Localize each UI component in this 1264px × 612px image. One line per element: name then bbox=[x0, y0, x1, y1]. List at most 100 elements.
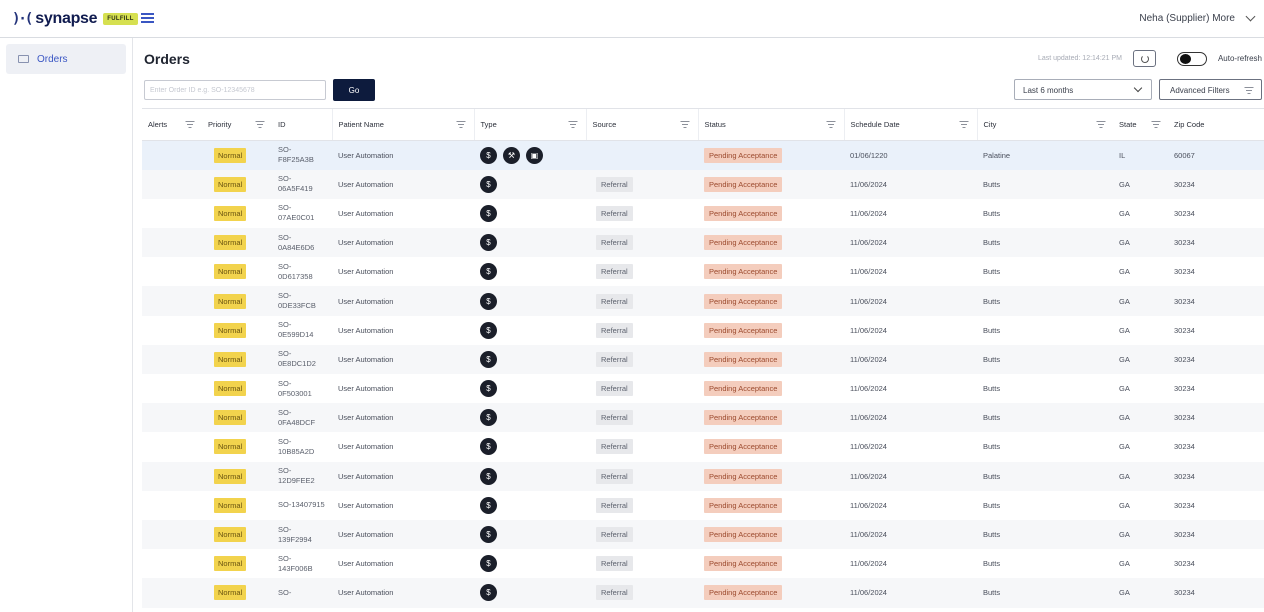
id-cell[interactable]: SO-13407915 bbox=[272, 491, 332, 520]
id-cell[interactable]: SO- 0D617358 bbox=[272, 257, 332, 286]
id-cell[interactable]: SO- 0E599D14 bbox=[272, 316, 332, 345]
table-row[interactable]: Normal SO- F8F25A3B User Automation $ ⚒ ▣ P… bbox=[142, 140, 1264, 170]
order-id-suffix: 0E8DC1D2 bbox=[278, 359, 316, 369]
column-filter-icon[interactable] bbox=[1151, 121, 1160, 128]
billing-type-icon[interactable]: $ bbox=[480, 496, 497, 514]
auto-refresh-toggle[interactable] bbox=[1177, 52, 1207, 66]
schedule-date-cell: 11/06/2024 bbox=[844, 286, 977, 316]
alerts-cell bbox=[142, 257, 202, 286]
column-header[interactable]: State bbox=[1113, 108, 1168, 141]
billing-type-icon[interactable]: $ bbox=[480, 292, 497, 310]
id-cell[interactable]: SO- 10B85A2D bbox=[272, 432, 332, 461]
column-filter-icon[interactable] bbox=[1096, 121, 1105, 128]
source-badge: Referral bbox=[596, 322, 633, 338]
table-row[interactable]: Normal SO- 0A84E6D6 User Automation $ Ref… bbox=[142, 228, 1264, 258]
sidebar-item-orders[interactable]: Orders bbox=[6, 44, 126, 74]
go-button[interactable]: Go bbox=[333, 79, 375, 101]
table-row[interactable]: Normal SO- 143F006B User Automation $ Ref… bbox=[142, 549, 1264, 578]
table-row[interactable]: Normal SO- 0FA48DCF User Automation $ Ref… bbox=[142, 403, 1264, 433]
schedule-date-cell: 11/06/2024 bbox=[844, 578, 977, 608]
table-row[interactable]: Normal SO- 0E8DC1D2 User Automation $ Ref… bbox=[142, 344, 1264, 374]
table-row[interactable]: Normal SO- 0E599D14 User Automation $ Ref… bbox=[142, 316, 1264, 345]
id-cell[interactable]: SO- 0DE33FCB bbox=[272, 286, 332, 316]
billing-type-icon[interactable]: $ bbox=[480, 204, 497, 222]
column-header[interactable]: Type bbox=[473, 108, 586, 141]
table-row[interactable]: Normal SO- 07AE0C01 User Automation $ Ref… bbox=[142, 199, 1264, 228]
id-cell[interactable]: SO- 06A5F419 bbox=[272, 169, 332, 199]
date-range-select[interactable]: Last 6 months bbox=[1014, 79, 1152, 100]
id-cell[interactable]: SO- bbox=[272, 578, 332, 608]
order-id-prefix: SO- bbox=[278, 436, 292, 446]
state-cell: GA bbox=[1113, 286, 1168, 316]
column-header[interactable]: Source bbox=[585, 108, 698, 141]
column-filter-icon[interactable] bbox=[568, 121, 578, 128]
billing-type-icon[interactable]: $ bbox=[480, 234, 497, 252]
service-type-icon[interactable]: ⚒ bbox=[503, 146, 520, 164]
column-header[interactable]: City bbox=[976, 108, 1113, 141]
refresh-button[interactable] bbox=[1133, 50, 1156, 67]
id-cell[interactable]: SO- 0FA48DCF bbox=[272, 403, 332, 433]
priority-cell: Normal bbox=[202, 491, 272, 520]
column-header[interactable]: ID bbox=[272, 108, 332, 141]
billing-type-icon[interactable]: $ bbox=[480, 380, 497, 398]
billing-type-icon[interactable]: $ bbox=[480, 350, 497, 368]
billing-type-icon[interactable]: $ bbox=[480, 175, 497, 193]
alerts-cell bbox=[142, 228, 202, 258]
billing-type-icon[interactable]: $ bbox=[480, 584, 497, 602]
table-row[interactable]: Normal SO- 10B85A2D User Automation $ Ref… bbox=[142, 432, 1264, 461]
column-filter-icon[interactable] bbox=[456, 121, 466, 128]
table-row[interactable]: Normal SO- 0DE33FCB User Automation $ Ref… bbox=[142, 286, 1264, 316]
priority-badge: Normal bbox=[214, 205, 247, 221]
alerts-cell bbox=[142, 491, 202, 520]
hamburger-menu-icon[interactable] bbox=[141, 13, 154, 23]
table-row[interactable]: Normal SO- 12D9FEE2 User Automation $ Ref… bbox=[142, 461, 1264, 491]
table-row[interactable]: Normal SO- 0D617358 User Automation $ Ref… bbox=[142, 257, 1264, 286]
billing-type-icon[interactable]: $ bbox=[480, 526, 497, 544]
id-cell[interactable]: SO- 139F2994 bbox=[272, 519, 332, 550]
column-header[interactable]: Priority bbox=[202, 108, 272, 141]
table-row[interactable]: Normal SO- 0F503001 User Automation $ Ref… bbox=[142, 374, 1264, 403]
id-cell[interactable]: SO- F8F25A3B bbox=[272, 140, 332, 170]
id-cell[interactable]: SO- 143F006B bbox=[272, 549, 332, 578]
column-header[interactable]: Patient Name bbox=[331, 108, 474, 141]
column-filter-icon[interactable] bbox=[255, 121, 264, 128]
status-cell: Pending Acceptance bbox=[698, 140, 844, 170]
column-filter-icon[interactable] bbox=[826, 121, 836, 128]
priority-cell: Normal bbox=[202, 549, 272, 578]
column-header[interactable]: Alerts bbox=[142, 108, 202, 141]
zip-code-cell: 30234 bbox=[1174, 267, 1195, 277]
patient-name-cell: User Automation bbox=[332, 578, 474, 608]
table-row[interactable]: Normal SO- 139F2994 User Automation $ Ref… bbox=[142, 519, 1264, 550]
billing-type-icon[interactable]: $ bbox=[480, 146, 497, 164]
priority-cell: Normal bbox=[202, 257, 272, 286]
order-search-input[interactable] bbox=[144, 80, 326, 100]
status-cell: Pending Acceptance bbox=[698, 519, 844, 550]
column-filter-icon[interactable] bbox=[680, 121, 690, 128]
billing-type-icon[interactable]: $ bbox=[480, 263, 497, 281]
billing-type-icon[interactable]: $ bbox=[480, 555, 497, 573]
id-cell[interactable]: SO- 0F503001 bbox=[272, 374, 332, 403]
equipment-type-icon[interactable]: ▣ bbox=[526, 146, 543, 164]
advanced-filters-button[interactable]: Advanced Filters bbox=[1159, 79, 1262, 100]
id-cell[interactable]: SO- 0E8DC1D2 bbox=[272, 344, 332, 374]
billing-type-icon[interactable]: $ bbox=[480, 321, 497, 339]
user-menu[interactable]: Neha (Supplier) More bbox=[1139, 11, 1256, 24]
zip-code-cell: 30234 bbox=[1168, 403, 1264, 433]
column-header[interactable]: Status bbox=[697, 108, 844, 141]
column-header[interactable]: Schedule Date bbox=[843, 108, 977, 141]
column-header[interactable]: Zip Code bbox=[1168, 108, 1264, 141]
billing-type-icon[interactable]: $ bbox=[480, 438, 497, 456]
billing-type-icon[interactable]: $ bbox=[480, 409, 497, 427]
id-cell[interactable]: SO- 07AE0C01 bbox=[272, 199, 332, 228]
table-row[interactable]: Normal SO- 06A5F419 User Automation $ Ref… bbox=[142, 169, 1264, 199]
id-cell[interactable]: SO- 0A84E6D6 bbox=[272, 228, 332, 258]
billing-type-icon[interactable]: $ bbox=[480, 467, 497, 485]
id-cell[interactable]: SO- 12D9FEE2 bbox=[272, 461, 332, 491]
zip-code-cell: 30234 bbox=[1168, 578, 1264, 608]
logo[interactable]: )·( synapse FULFILL bbox=[12, 10, 138, 28]
column-filter-icon[interactable] bbox=[185, 121, 194, 128]
table-row[interactable]: Normal SO- User Automation $ Referral Pe… bbox=[142, 578, 1264, 608]
table-row[interactable]: Normal SO-13407915 User Automation $ Ref… bbox=[142, 491, 1264, 520]
state-cell: GA bbox=[1119, 442, 1130, 452]
column-filter-icon[interactable] bbox=[959, 121, 969, 128]
